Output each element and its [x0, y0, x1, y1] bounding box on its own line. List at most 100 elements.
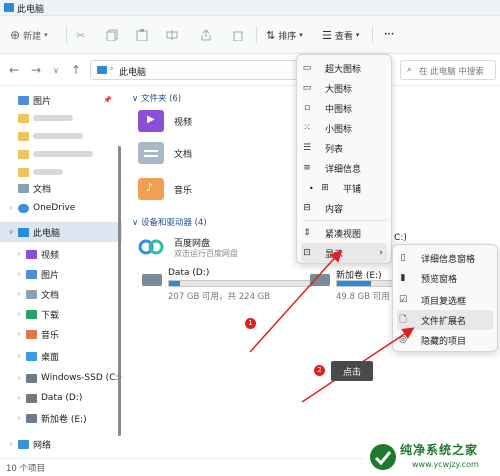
sidebar-item-pictures-pinned[interactable]: 图片 📌 [0, 90, 122, 110]
drive-usage-fill [169, 281, 181, 286]
menu-item-compact-view[interactable]: ⇕ 紧凑视图 [301, 223, 387, 243]
rename-button[interactable] [166, 26, 178, 44]
address-bar[interactable]: › 此电脑 [90, 60, 305, 80]
chevron-right-icon[interactable]: › [14, 290, 24, 298]
download-icon [26, 309, 37, 319]
chevron-right-icon[interactable]: › [14, 394, 24, 402]
submenu-item-details-pane[interactable]: ▯ 详细信息窗格 [397, 248, 493, 268]
paste-icon [136, 29, 148, 41]
view-icon: ☰ [322, 28, 332, 42]
view-button[interactable]: ☰ 查看 ▾ [322, 26, 359, 44]
sidebar-item-videos[interactable]: › 视频 [0, 244, 122, 264]
submenu-item-preview-pane[interactable]: ▮ 预览窗格 [397, 268, 493, 288]
menu-item-label: 详细信息窗格 [421, 254, 476, 265]
chevron-right-icon[interactable]: › [14, 374, 24, 382]
sidebar-item-this-pc[interactable]: ∨ 此电脑 [0, 222, 122, 242]
delete-button[interactable] [232, 26, 244, 44]
menu-item-large-icons[interactable]: ▭ 大图标 [301, 78, 387, 98]
compact-icon: ⇕ [303, 228, 311, 238]
more-button[interactable]: ··· [384, 26, 394, 44]
sidebar-item-network[interactable]: › 网络 [0, 434, 122, 454]
chevron-right-icon: › [110, 64, 114, 74]
trash-icon [233, 31, 243, 41]
command-bar: ⊕ 新建 ▾ ✂ ⇅ 排序 ▾ ☰ 查看 ▾ ··· [0, 16, 500, 54]
sidebar-item-blurred-folder[interactable] [0, 126, 122, 146]
sidebar-item-documents[interactable]: › 文档 [0, 284, 122, 304]
this-pc-icon [18, 227, 29, 237]
chevron-right-icon[interactable]: › [6, 440, 16, 448]
drive-item-d[interactable]: Data (D:) 207 GB 可用，共 224 GB [142, 268, 312, 308]
chevron-right-icon[interactable]: › [14, 414, 24, 422]
menu-item-show[interactable]: ⊡ 显示 › [301, 243, 387, 263]
sidebar-item-music[interactable]: › 音乐 [0, 324, 122, 344]
menu-item-content[interactable]: ⊟ 内容 [301, 198, 387, 218]
monitor-icon: ▭ [302, 83, 312, 93]
chevron-down-icon[interactable]: ∨ [6, 228, 16, 236]
menu-item-list[interactable]: ☰ 列表 [301, 138, 387, 158]
sidebar-item-c-drive[interactable]: › Windows-SSD (C:) [0, 368, 122, 388]
sidebar-item-label: 网络 [33, 440, 52, 451]
sidebar-item-e-drive[interactable]: › 新加卷 (E:) [0, 408, 122, 428]
folder-label: 音乐 [174, 185, 193, 196]
menu-item-label: 显示 [325, 249, 344, 260]
folder-item-videos[interactable]: ▶ 视频 [138, 108, 192, 134]
up-button[interactable]: ↑ [68, 62, 84, 78]
back-button[interactable]: ← [6, 62, 22, 78]
sidebar-item-desktop[interactable]: › 桌面 [0, 346, 122, 366]
plus-icon: ⊕ [10, 28, 21, 42]
menu-item-tiles[interactable]: • ⊞ 平铺 [301, 178, 387, 198]
menu-item-medium-icons[interactable]: ▫ 中图标 [301, 98, 387, 118]
content-icon: ⊟ [303, 203, 311, 213]
folder-item-music[interactable]: ♪ 音乐 [138, 176, 192, 202]
baidu-netdisk-item[interactable]: 百度网盘 双击运行百度网盘 [138, 234, 318, 262]
step-badge-1: 1 [245, 318, 256, 329]
pictures-icon [26, 269, 37, 279]
checkbox-icon: ☑ [398, 295, 408, 305]
menu-item-label: 大图标 [325, 84, 353, 95]
recent-button[interactable]: ∨ [48, 62, 64, 78]
selected-bullet-icon: • [309, 183, 314, 193]
cut-button[interactable]: ✂ [76, 26, 85, 44]
step-badge-2: 2 [314, 365, 325, 376]
sidebar-item-blurred-folder[interactable] [0, 108, 122, 128]
sort-button[interactable]: ⇅ 排序 ▾ [266, 26, 303, 44]
pictures-icon [18, 95, 29, 105]
submenu-item-file-extensions[interactable]: 🗋 文件扩展名 [397, 310, 493, 330]
this-pc-icon [97, 66, 107, 74]
copy-button[interactable] [106, 26, 118, 44]
share-button[interactable] [200, 26, 212, 44]
menu-item-small-icons[interactable]: ⁙ 小图标 [301, 118, 387, 138]
sidebar-scrollbar[interactable] [118, 146, 121, 436]
forward-button[interactable]: → [28, 62, 44, 78]
paste-button[interactable] [136, 26, 148, 44]
chevron-right-icon[interactable]: › [14, 270, 24, 278]
sidebar-item-d-drive[interactable]: › Data (D:) [0, 388, 122, 408]
chevron-right-icon[interactable]: › [14, 352, 24, 360]
submenu-item-hidden-items[interactable]: ◎ 隐藏的项目 [397, 330, 493, 350]
chevron-right-icon[interactable]: › [6, 204, 16, 212]
folder-item-documents[interactable]: 文档 [138, 140, 192, 166]
submenu-item-checkboxes[interactable]: ☑ 项目复选框 [397, 290, 493, 310]
devices-group-header[interactable]: ∨ 设备和驱动器 (4) [132, 216, 207, 228]
new-button[interactable]: ⊕ 新建 ▾ [10, 26, 48, 44]
search-input[interactable]: ⌕ 在 此电脑 中搜索 [400, 60, 496, 80]
chevron-right-icon[interactable]: › [14, 250, 24, 258]
preview-icon: ▮ [400, 273, 406, 283]
folder-icon [18, 149, 29, 159]
sidebar-item-onedrive[interactable]: › OneDrive [0, 198, 122, 218]
sidebar-item-pictures[interactable]: › 图片 [0, 264, 122, 284]
menu-item-label: 隐藏的项目 [421, 336, 467, 347]
sidebar-item-label: Data (D:) [41, 393, 83, 403]
watermark-url: www.ycwjzy.com [412, 460, 479, 469]
folders-group-header[interactable]: ∨ 文件夹 (6) [132, 92, 181, 104]
chevron-right-icon[interactable]: › [14, 310, 24, 318]
chevron-right-icon[interactable]: › [14, 330, 24, 338]
sidebar-item-documents-pinned[interactable]: 文档 [0, 178, 122, 198]
copy-icon [106, 29, 118, 41]
sidebar-item-downloads[interactable]: › 下载 [0, 304, 122, 324]
chevron-down-icon: ∨ [132, 218, 141, 228]
sidebar-item-blurred-folder[interactable] [0, 144, 122, 164]
more-label: ··· [384, 30, 395, 40]
menu-item-extra-large-icons[interactable]: ▭ 超大图标 [301, 58, 387, 78]
menu-item-details[interactable]: ≡ 详细信息 [301, 158, 387, 178]
